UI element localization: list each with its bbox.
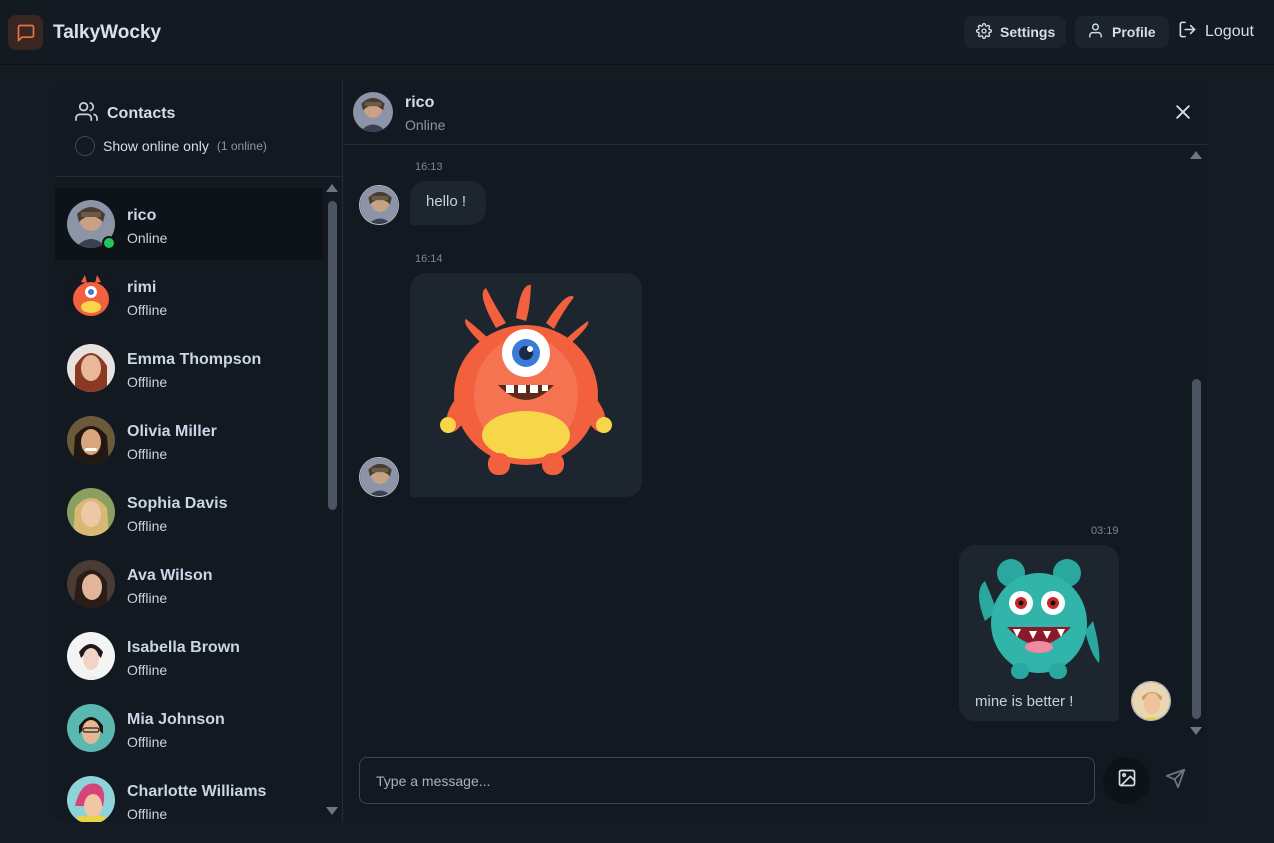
gear-icon — [976, 22, 992, 42]
teal-monster-sticker — [979, 559, 1100, 679]
contact-emma-thompson[interactable]: Emma Thompson Offline — [55, 332, 323, 404]
contacts-title: Contacts — [107, 105, 176, 122]
chat-scroll-down-icon[interactable] — [1190, 727, 1202, 735]
contact-mia-johnson[interactable]: Mia Johnson Offline — [55, 692, 323, 764]
message-input[interactable] — [359, 757, 1095, 804]
contact-name: Olivia Miller — [127, 423, 217, 440]
contact-name: Mia Johnson — [127, 711, 225, 728]
top-bar: TalkyWocky Settings Profile Logout — [0, 0, 1274, 65]
contact-status: Offline — [127, 662, 168, 678]
sidebar-header: Contacts Show online only (1 online) — [55, 80, 342, 177]
attach-image-button[interactable] — [1103, 757, 1150, 804]
contact-status: Online — [127, 230, 168, 246]
close-icon[interactable] — [1173, 102, 1193, 122]
contacts-sidebar: Contacts Show online only (1 online) ric… — [55, 80, 343, 822]
contact-rimi[interactable]: rimi Offline — [55, 260, 323, 332]
message-time: 03:19 — [1091, 525, 1119, 537]
users-icon — [75, 100, 98, 128]
avatar — [67, 272, 115, 320]
contact-isabella-brown[interactable]: Isabella Brown Offline — [55, 620, 323, 692]
own-message-bubble: mine is better ! — [959, 545, 1119, 721]
sender-avatar — [359, 457, 399, 497]
scroll-thumb[interactable] — [328, 201, 337, 510]
contact-name: rimi — [127, 279, 157, 296]
contact-sophia-davis[interactable]: Sophia Davis Offline — [55, 476, 323, 548]
contact-name: Ava Wilson — [127, 567, 213, 584]
show-online-toggle[interactable]: Show online only (1 online) — [75, 136, 267, 156]
user-icon — [1087, 22, 1104, 42]
logout-icon — [1178, 20, 1197, 44]
contact-status: Offline — [127, 374, 168, 390]
online-only-label: Show online only — [103, 138, 209, 154]
logout-button[interactable]: Logout — [1178, 16, 1254, 48]
message-text: hello ! — [426, 193, 467, 210]
avatar — [67, 560, 115, 608]
logout-label: Logout — [1205, 23, 1254, 40]
chat-header: rico Online — [343, 80, 1207, 145]
online-indicator — [102, 236, 116, 250]
message-time: 16:14 — [415, 253, 443, 265]
contact-status: Offline — [127, 590, 168, 606]
message-list: 16:13 hello ! 16:14 03:19 mine is better… — [343, 145, 1207, 757]
chat-contact-status: Online — [405, 117, 446, 133]
online-only-checkbox[interactable] — [75, 136, 95, 156]
contact-charlotte-williams[interactable]: Charlotte Williams Offline — [55, 764, 323, 822]
avatar — [67, 344, 115, 392]
contact-list: rico Online rimi Offline Emma Thompson O… — [55, 188, 325, 822]
message-bubble: hello ! — [410, 181, 486, 225]
message-composer — [343, 757, 1207, 822]
image-icon — [1117, 768, 1137, 793]
contact-name: Charlotte Williams — [127, 783, 267, 800]
contact-name: Isabella Brown — [127, 639, 240, 656]
contact-status: Offline — [127, 518, 168, 534]
chat-scroll-up-icon[interactable] — [1190, 151, 1202, 159]
contacts-scrollbar[interactable] — [325, 180, 341, 820]
avatar — [67, 488, 115, 536]
contact-ava-wilson[interactable]: Ava Wilson Offline — [55, 548, 323, 620]
contact-name: Emma Thompson — [127, 351, 262, 368]
contact-name: rico — [127, 207, 157, 224]
avatar — [67, 632, 115, 680]
chat-contact-name: rico — [405, 94, 435, 111]
online-count: (1 online) — [216, 139, 267, 153]
profile-label: Profile — [1112, 24, 1156, 40]
settings-label: Settings — [1000, 24, 1056, 40]
brand-name[interactable]: TalkyWocky — [53, 22, 161, 44]
contact-status: Offline — [127, 806, 168, 822]
message-time: 16:13 — [415, 161, 443, 173]
contact-status: Offline — [127, 734, 168, 750]
send-icon — [1165, 768, 1186, 794]
sender-avatar — [359, 185, 399, 225]
scroll-down-icon[interactable] — [326, 807, 338, 815]
own-avatar — [1131, 681, 1171, 721]
contact-status: Offline — [127, 302, 168, 318]
scroll-up-icon[interactable] — [326, 184, 338, 192]
settings-button[interactable]: Settings — [964, 16, 1066, 48]
send-button[interactable] — [1159, 757, 1191, 804]
chat-panel: Contacts Show online only (1 online) ric… — [55, 80, 1207, 822]
red-monster-sticker — [440, 284, 612, 475]
contact-rico[interactable]: rico Online — [55, 188, 323, 260]
avatar — [67, 704, 115, 752]
contacts-heading: Contacts — [75, 100, 175, 128]
contact-name: Sophia Davis — [127, 495, 228, 512]
contact-olivia-miller[interactable]: Olivia Miller Offline — [55, 404, 323, 476]
chat-logo-icon[interactable] — [8, 15, 43, 50]
profile-button[interactable]: Profile — [1075, 16, 1169, 48]
contact-status: Offline — [127, 446, 168, 462]
chat-area: rico Online 16:13 hello ! 16:14 03:19 mi… — [343, 80, 1207, 822]
message-text: mine is better ! — [975, 693, 1074, 710]
sticker-bubble — [410, 273, 642, 497]
avatar — [67, 776, 115, 822]
chat-scroll-thumb[interactable] — [1192, 379, 1201, 719]
chat-avatar — [353, 92, 393, 132]
avatar — [67, 416, 115, 464]
